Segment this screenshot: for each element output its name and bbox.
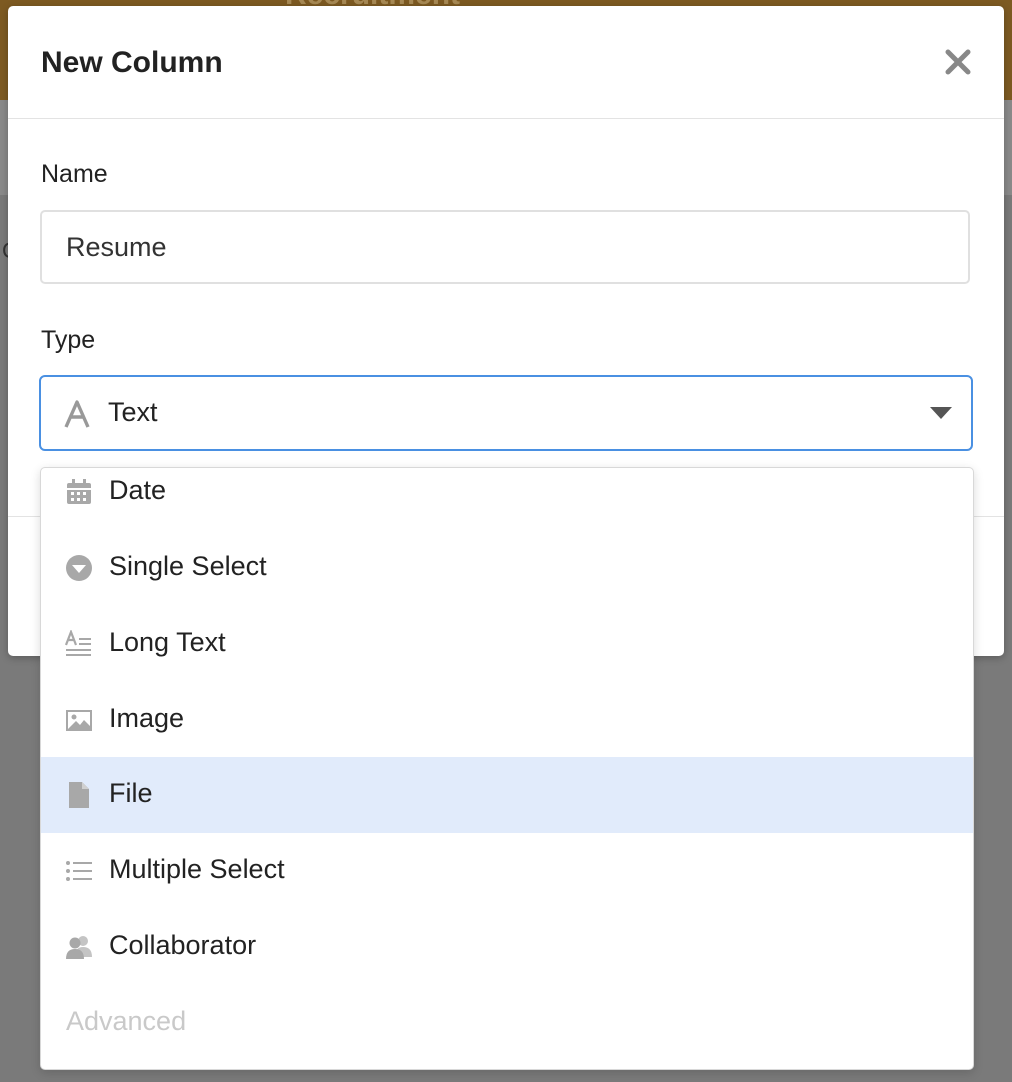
option-label: Collaborator (109, 930, 257, 960)
option-label: Date (109, 475, 167, 505)
option-image[interactable]: Image (41, 682, 973, 758)
option-long-text[interactable]: Long Text (41, 606, 973, 682)
dialog-title: New Column (41, 46, 223, 79)
option-label: Multiple Select (109, 854, 285, 884)
option-label: Single Select (109, 551, 267, 581)
name-input[interactable] (40, 210, 970, 284)
option-multiple-select[interactable]: Multiple Select (41, 833, 973, 909)
image-icon (65, 706, 93, 734)
chevron-down-icon[interactable] (929, 406, 953, 425)
option-single-select[interactable]: Single Select (41, 530, 973, 606)
option-label: Long Text (109, 627, 226, 657)
people-icon (65, 933, 93, 961)
list-icon (65, 857, 93, 885)
file-icon (65, 781, 93, 809)
long-text-icon (64, 628, 93, 658)
circle-caret-icon (65, 554, 93, 582)
option-date[interactable]: Date (41, 468, 973, 530)
text-a-icon (63, 400, 91, 433)
option-file[interactable]: File (41, 757, 973, 833)
type-select-value: Text (108, 397, 158, 427)
dialog-header: New Column (8, 6, 1004, 119)
calendar-icon (65, 478, 93, 506)
option-label: File (109, 778, 153, 808)
type-select[interactable]: Text (39, 375, 973, 451)
type-label: Type (41, 326, 96, 354)
option-collaborator[interactable]: Collaborator (41, 909, 973, 985)
name-label: Name (41, 160, 108, 188)
option-label: Image (109, 703, 185, 733)
type-dropdown-menu: Date Single Select Long Text Image File … (40, 467, 974, 1070)
close-icon[interactable] (942, 46, 974, 78)
group-label-advanced: Advanced (66, 1006, 187, 1036)
